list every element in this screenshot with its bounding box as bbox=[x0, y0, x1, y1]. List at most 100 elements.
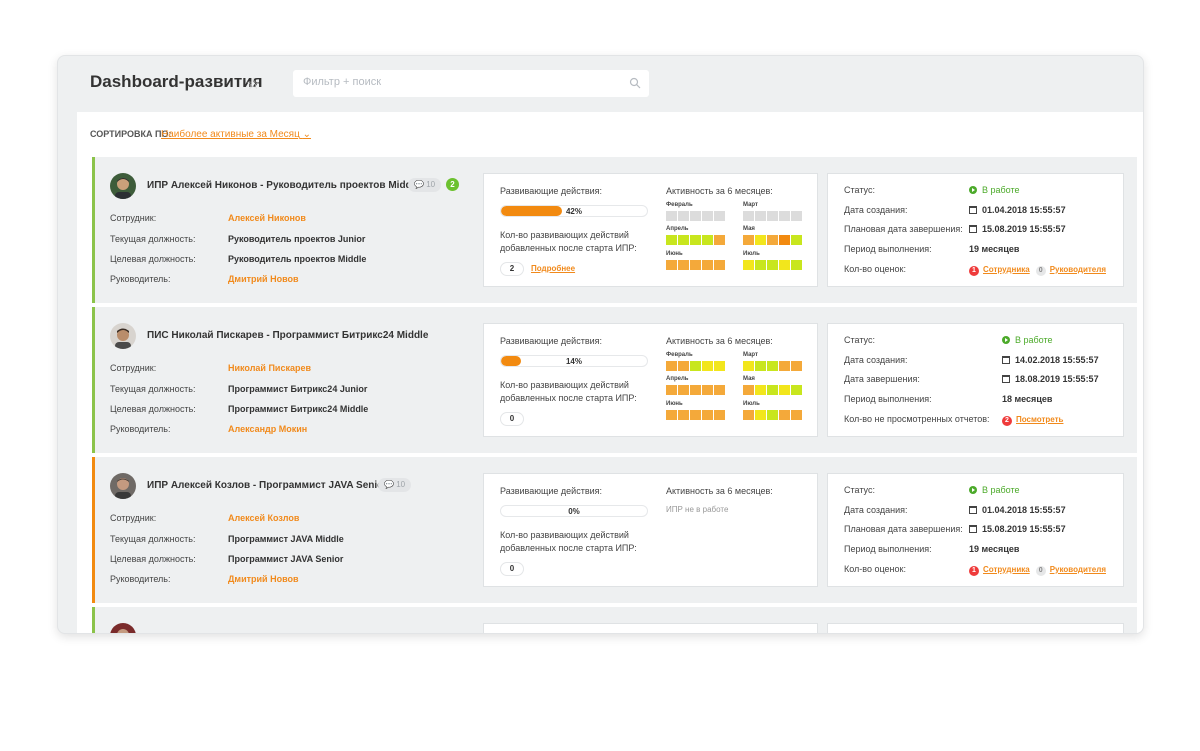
employee-label: Сотрудник: bbox=[110, 363, 157, 373]
manager-link[interactable]: Александр Мокин bbox=[228, 424, 307, 434]
favorite-star-icon[interactable]: ☆ bbox=[246, 74, 260, 94]
month-label: Апрель bbox=[666, 226, 689, 232]
more-link[interactable]: Подробнее bbox=[531, 264, 575, 273]
target-position-label: Целевая должность: bbox=[110, 254, 196, 264]
employee-link[interactable]: Николай Пискарев bbox=[228, 363, 311, 373]
manager-ratings-link[interactable]: Руководителя bbox=[1050, 265, 1106, 274]
due-value: 15.08.2019 15:55:57 bbox=[969, 224, 1066, 234]
grey-count-badge: 0 bbox=[1035, 566, 1046, 576]
manager-label: Руководитель: bbox=[110, 574, 171, 584]
play-icon bbox=[969, 186, 977, 194]
status-value: В работе bbox=[969, 485, 1020, 495]
sort-value: Наиболее активные за Месяц bbox=[161, 129, 300, 140]
created-value: 01.04.2018 15:55:57 bbox=[969, 505, 1066, 515]
ipr-card[interactable] bbox=[92, 607, 1137, 633]
month-label: Февраль bbox=[666, 202, 693, 208]
employee-ratings-link[interactable]: Сотрудника bbox=[983, 565, 1030, 574]
search-box[interactable] bbox=[293, 70, 649, 97]
status-box: Статус: В работе Дата создания: 01.04.20… bbox=[827, 473, 1124, 587]
manager-ratings-link[interactable]: Руководителя bbox=[1050, 565, 1106, 574]
calendar-check-icon bbox=[969, 525, 977, 533]
employee-link[interactable]: Алексей Никонов bbox=[228, 213, 306, 223]
status-box: Статус: В работе Дата создания: 01.04.20… bbox=[827, 173, 1124, 287]
search-icon[interactable] bbox=[629, 77, 641, 89]
due-date: 15.08.2019 15:55:57 bbox=[982, 524, 1066, 534]
created-value: 14.02.2018 15:55:57 bbox=[1002, 355, 1099, 365]
activity-blocks bbox=[666, 361, 725, 371]
dashboard-window: Dashboard-развития ☆ Сортировка по: Наиб… bbox=[57, 55, 1144, 634]
status-text: В работе bbox=[982, 485, 1020, 495]
chevron-down-icon: ⌄ bbox=[302, 129, 311, 140]
dev-actions-box: Развивающие действия: 14% Кол-во развива… bbox=[483, 323, 818, 437]
target-position-label: Целевая должность: bbox=[110, 404, 196, 414]
month-label: Июль bbox=[743, 251, 760, 257]
red-count-badge: 1 bbox=[969, 266, 979, 276]
activity-label: Активность за 6 месяцев: bbox=[666, 336, 773, 346]
month-label: Март bbox=[743, 352, 758, 358]
manager-link[interactable]: Дмитрий Новов bbox=[228, 274, 299, 284]
employee-ratings-link[interactable]: Сотрудника bbox=[983, 265, 1030, 274]
dev-actions-label: Развивающие действия: bbox=[500, 486, 603, 496]
play-icon bbox=[969, 486, 977, 494]
activity-blocks bbox=[743, 235, 802, 245]
created-date: 01.04.2018 15:55:57 bbox=[982, 205, 1066, 215]
avatar bbox=[110, 473, 136, 499]
current-position-value: Руководитель проектов Junior bbox=[228, 234, 366, 244]
reports-value: 2 Посмотреть bbox=[1002, 414, 1063, 426]
comments-badge[interactable]: 💬 10 bbox=[408, 178, 442, 192]
target-position-value: Руководитель проектов Middle bbox=[228, 254, 367, 264]
status-stripe bbox=[92, 157, 95, 303]
play-icon bbox=[1002, 336, 1010, 344]
card-title[interactable]: ИПР Алексей Никонов - Руководитель проек… bbox=[147, 180, 420, 191]
month-label: Мая bbox=[743, 226, 755, 232]
counter-badge: 2 bbox=[446, 178, 459, 191]
avatar bbox=[110, 323, 136, 349]
avatar bbox=[110, 623, 136, 633]
activity-blocks bbox=[743, 410, 802, 420]
month-label: Мая bbox=[743, 376, 755, 382]
activity-label: Активность за 6 месяцев: bbox=[666, 186, 773, 196]
due-date: 18.08.2019 15:55:57 bbox=[1015, 374, 1099, 384]
ipr-card[interactable]: ИПР Алексей Никонов - Руководитель проек… bbox=[92, 157, 1137, 303]
employee-label: Сотрудник: bbox=[110, 513, 157, 523]
red-count-badge: 2 bbox=[1002, 416, 1012, 426]
card-title[interactable]: ПИС Николай Пискарев - Программист Битри… bbox=[147, 330, 428, 341]
grey-count-badge: 0 bbox=[1035, 266, 1046, 276]
month-label: Март bbox=[743, 202, 758, 208]
count-pill: 2 bbox=[500, 262, 524, 276]
month-label: Апрель bbox=[666, 376, 689, 382]
current-position-label: Текущая должность: bbox=[110, 384, 196, 394]
status-stripe bbox=[92, 457, 95, 603]
activity-blocks bbox=[743, 361, 802, 371]
current-position-value: Программист Битрикс24 Junior bbox=[228, 384, 368, 394]
page-title: Dashboard-развития bbox=[90, 72, 263, 91]
activity-blocks bbox=[743, 260, 802, 270]
ipr-card[interactable]: ПИС Николай Пискарев - Программист Битри… bbox=[92, 307, 1137, 453]
target-position-value: Программист JAVA Senior bbox=[228, 554, 344, 564]
current-position-label: Текущая должность: bbox=[110, 534, 196, 544]
progress-bar: 0% bbox=[500, 505, 648, 517]
employee-label: Сотрудник: bbox=[110, 213, 157, 223]
month-label: Июнь bbox=[666, 401, 683, 407]
employee-link[interactable]: Алексей Козлов bbox=[228, 513, 299, 523]
created-label: Дата создания: bbox=[844, 355, 908, 365]
status-stripe bbox=[92, 307, 95, 453]
sort-dropdown[interactable]: Наиболее активные за Месяц ⌄ bbox=[161, 129, 311, 140]
avatar bbox=[110, 173, 136, 199]
dev-actions-box: Развивающие действия: 42% Кол-во развива… bbox=[483, 173, 818, 287]
card-title[interactable]: ИПР Алексей Козлов - Программист JAVA Se… bbox=[147, 480, 387, 491]
activity-none-text: ИПР не в работе bbox=[666, 505, 729, 514]
progress-percent: 14% bbox=[565, 357, 582, 366]
view-reports-link[interactable]: Посмотреть bbox=[1016, 415, 1063, 424]
comments-badge[interactable]: 💬 10 bbox=[378, 478, 412, 492]
ipr-card[interactable]: ИПР Алексей Козлов - Программист JAVA Se… bbox=[92, 457, 1137, 603]
calendar-icon bbox=[969, 506, 977, 514]
search-input[interactable] bbox=[303, 76, 613, 88]
comments-count: 10 bbox=[426, 180, 436, 189]
calendar-icon bbox=[969, 206, 977, 214]
created-value: 01.04.2018 15:55:57 bbox=[969, 205, 1066, 215]
month-label: Июль bbox=[743, 401, 760, 407]
manager-label: Руководитель: bbox=[110, 274, 171, 284]
manager-link[interactable]: Дмитрий Новов bbox=[228, 574, 299, 584]
ratings-label: Кол-во оценок: bbox=[844, 564, 906, 574]
